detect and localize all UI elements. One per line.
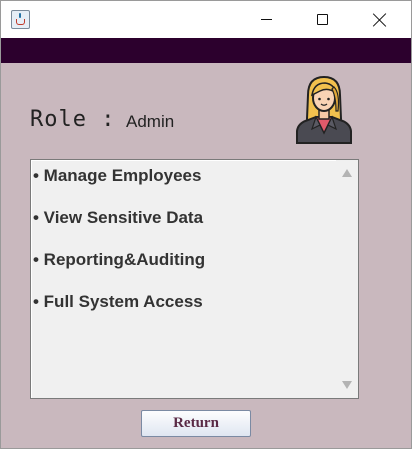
role-label: Role :: [30, 107, 116, 132]
title-bar[interactable]: [1, 1, 411, 38]
maximize-button[interactable]: [299, 1, 345, 38]
list-item[interactable]: • Reporting&Auditing: [33, 250, 205, 270]
permissions-list-content: • Manage Employees • View Sensitive Data…: [33, 162, 335, 396]
maximize-icon: [316, 14, 328, 25]
minimize-icon: [260, 19, 272, 20]
close-button[interactable]: [357, 1, 403, 38]
header-bar: [1, 38, 411, 63]
java-app-icon: [11, 10, 30, 29]
vertical-scrollbar[interactable]: [336, 160, 358, 398]
scroll-up-arrow-icon[interactable]: [342, 169, 352, 177]
list-item[interactable]: • Full System Access: [33, 292, 203, 312]
app-window: Role : Admin • Manage Employees • View S…: [0, 0, 412, 449]
return-button[interactable]: Return: [141, 410, 251, 437]
list-item[interactable]: • View Sensitive Data: [33, 208, 203, 228]
scroll-down-arrow-icon[interactable]: [342, 381, 352, 389]
minimize-button[interactable]: [243, 1, 289, 38]
businesswoman-avatar-icon: [296, 75, 352, 144]
close-icon: [373, 13, 387, 27]
permissions-list[interactable]: • Manage Employees • View Sensitive Data…: [30, 159, 359, 399]
role-value: Admin: [126, 112, 175, 131]
list-item[interactable]: • Manage Employees: [33, 166, 201, 186]
